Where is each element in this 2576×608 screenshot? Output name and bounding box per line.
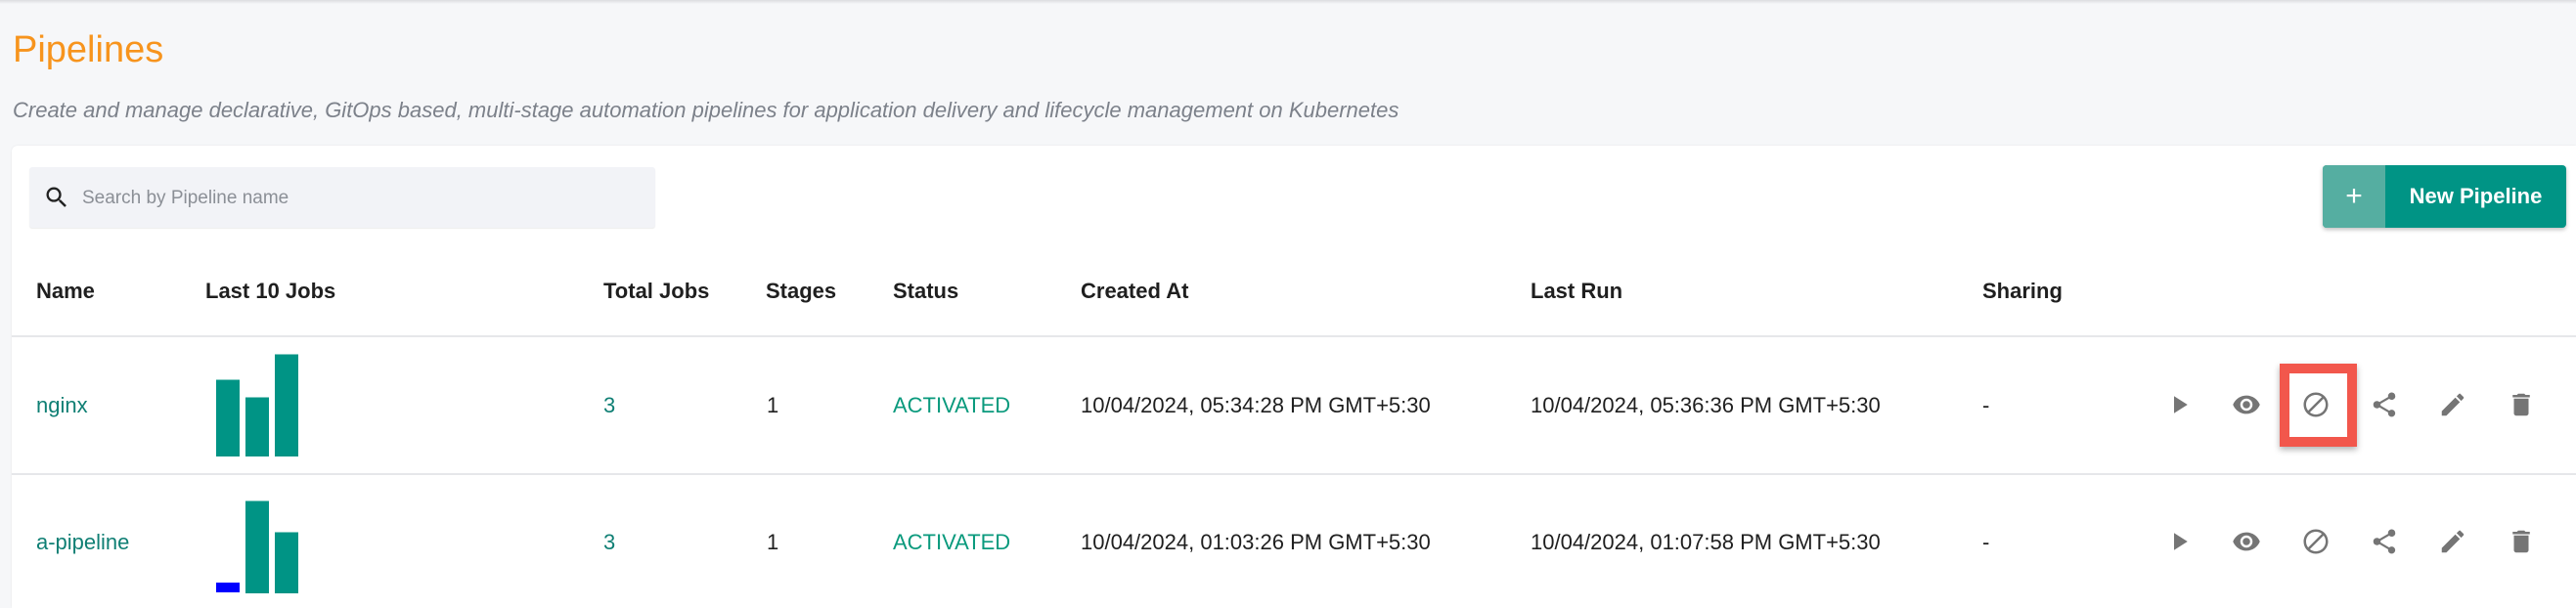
pipeline-name-link[interactable]: a-pipeline: [36, 530, 129, 555]
page-subtitle: Create and manage declarative, GitOps ba…: [13, 98, 1399, 122]
search-icon: [46, 187, 67, 207]
disable-icon: [2303, 392, 2329, 417]
total-jobs-link[interactable]: 3: [603, 530, 615, 555]
search-input[interactable]: [80, 167, 651, 230]
job-bar-running[interactable]: [216, 583, 240, 592]
row-divider: [12, 473, 2576, 475]
play-icon: [2174, 396, 2188, 413]
share-icon: [2373, 529, 2396, 554]
header-divider: [12, 335, 2576, 337]
created-at-value: 10/04/2024, 01:03:26 PM GMT+5:30: [1081, 530, 1431, 554]
view-icon: [2233, 395, 2260, 414]
edit-icon: [2441, 530, 2465, 553]
column-header-created-at[interactable]: Created At: [1081, 279, 1188, 304]
job-bar-success[interactable]: [245, 397, 269, 456]
column-header-sharing: Sharing: [1982, 279, 2063, 303]
top-shadow: [0, 0, 2576, 4]
play-button[interactable]: [2159, 385, 2198, 424]
pipeline-name-link[interactable]: nginx: [36, 393, 88, 418]
edit-button[interactable]: [2433, 385, 2472, 424]
job-bar-success[interactable]: [245, 500, 269, 593]
share-icon: [2373, 392, 2396, 417]
stages-value: 1: [767, 393, 779, 417]
disable-button[interactable]: [2296, 522, 2335, 561]
created-at-value: 10/04/2024, 05:34:28 PM GMT+5:30: [1081, 393, 1431, 417]
share-button[interactable]: [2365, 522, 2404, 561]
column-header-status: Status: [893, 279, 959, 303]
column-header-last-jobs: Last 10 Jobs: [205, 279, 336, 303]
last-run-value: 10/04/2024, 05:36:36 PM GMT+5:30: [1531, 393, 1881, 417]
column-header-stages: Stages: [766, 279, 837, 303]
delete-icon: [2512, 530, 2530, 553]
edit-button[interactable]: [2433, 522, 2472, 561]
plus-icon: +: [2323, 165, 2385, 228]
play-icon: [2174, 533, 2188, 550]
job-bar-success[interactable]: [216, 379, 240, 456]
column-header-name[interactable]: Name: [36, 279, 95, 304]
column-header-last-run[interactable]: Last Run: [1531, 279, 1622, 304]
edit-icon: [2441, 393, 2465, 416]
column-header-total-jobs: Total Jobs: [603, 279, 710, 303]
view-button[interactable]: [2227, 385, 2266, 424]
total-jobs-link[interactable]: 3: [603, 393, 615, 418]
job-bar-success[interactable]: [275, 354, 298, 456]
new-pipeline-label: New Pipeline: [2409, 184, 2543, 208]
play-button[interactable]: [2159, 522, 2198, 561]
sharing-value: -: [1982, 393, 1990, 417]
sharing-value: -: [1982, 530, 1990, 554]
status-badge: ACTIVATED: [893, 530, 1011, 554]
view-button[interactable]: [2227, 522, 2266, 561]
status-badge: ACTIVATED: [893, 393, 1011, 417]
page-title: Pipelines: [13, 29, 164, 70]
view-icon: [2233, 532, 2260, 551]
disable-icon: [2303, 529, 2329, 554]
delete-button[interactable]: [2502, 522, 2541, 561]
disable-button[interactable]: [2296, 385, 2335, 424]
last-run-value: 10/04/2024, 01:07:58 PM GMT+5:30: [1531, 530, 1881, 554]
stages-value: 1: [767, 530, 779, 554]
delete-icon: [2512, 393, 2530, 416]
new-pipeline-button[interactable]: + New Pipeline: [2323, 165, 2566, 228]
search-box[interactable]: [29, 167, 655, 230]
delete-button[interactable]: [2502, 385, 2541, 424]
share-button[interactable]: [2365, 385, 2404, 424]
job-bar-success[interactable]: [275, 532, 298, 593]
